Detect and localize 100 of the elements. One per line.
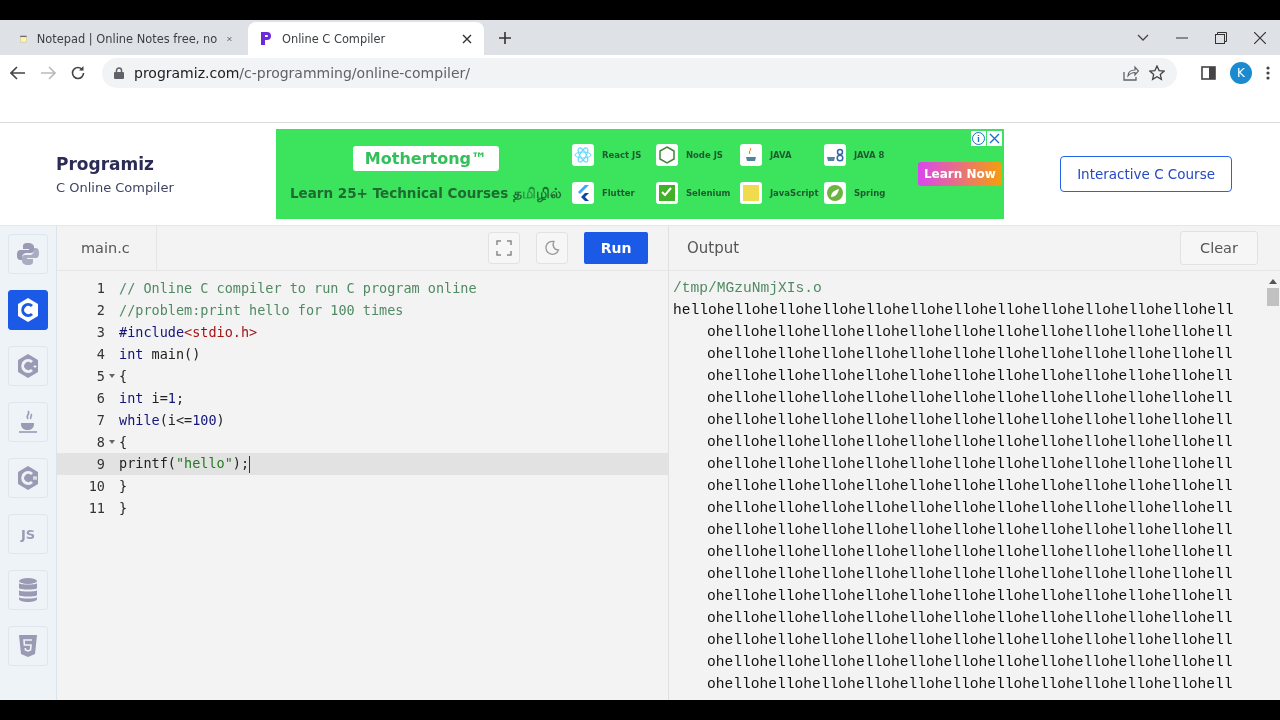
line-number: 3 xyxy=(96,324,105,340)
line-number: 9 xyxy=(96,456,105,472)
line-number: 8 xyxy=(96,434,105,450)
output-line: ohellohellohellohellohellohellohellohellohellohellohellohell xyxy=(706,477,1234,496)
code-line: } xyxy=(119,500,128,516)
code-line: int i=1; xyxy=(119,390,185,406)
profile-avatar[interactable]: K xyxy=(1230,61,1252,84)
browser-tab[interactable]: Online C Compiler xyxy=(248,22,484,55)
scroll-up-icon[interactable] xyxy=(1269,279,1277,284)
shield-icon xyxy=(18,634,38,658)
output-line: ohellohellohellohellohellohellohellohellohellohellohellohell xyxy=(706,565,1234,584)
scrollbar-thumb[interactable] xyxy=(1267,288,1279,306)
code-line: //problem:print hello for 100 times xyxy=(119,302,404,318)
course-name: Node JS xyxy=(685,150,723,160)
page-subtitle: C Online Compiler xyxy=(56,179,175,195)
course-name: JAVA xyxy=(769,150,792,160)
output-line: ohellohellohellohellohellohellohellohellohellohellohellohell xyxy=(706,521,1234,540)
line-number: 2 xyxy=(96,302,105,318)
fullscreen-icon xyxy=(496,240,512,256)
line-number: 6 xyxy=(96,390,105,406)
output-line: /tmp/MGzuNmjXIs.o xyxy=(673,279,823,298)
database-icon xyxy=(18,577,38,603)
line-number: 10 xyxy=(88,478,105,494)
output-line: ohellohellohellohellohellohellohellohellohellohellohellohell xyxy=(706,587,1234,606)
file-name: main.c xyxy=(81,240,130,256)
browser-tab[interactable]: Notepad | Online Notes free, no xyxy=(8,22,244,55)
clear-button[interactable]: Clear xyxy=(1180,231,1258,265)
logo-icon xyxy=(260,31,272,46)
lock-icon xyxy=(114,66,124,79)
code-line: int main() xyxy=(119,346,201,362)
square-icon xyxy=(739,182,762,204)
ad-tagline: Learn 25+ Technical Courses தமிழில் xyxy=(290,184,562,203)
coffee-cup-icon xyxy=(823,144,846,166)
output-line: ohellohellohellohellohellohellohellohellohellohellohellohell xyxy=(706,367,1234,386)
line-number: 1 xyxy=(96,280,105,296)
site-logo[interactable]: Programiz xyxy=(56,153,276,174)
code-line: // Online C compiler to run C program online xyxy=(119,280,477,296)
output-line: ohellohellohellohellohellohellohellohellohellohellohellohell xyxy=(706,389,1234,408)
c-plus-plus-icon xyxy=(16,353,40,379)
output-line: ohellohellohellohellohellohellohellohellohellohellohellohell xyxy=(706,609,1234,628)
course-name: React JS xyxy=(601,150,642,160)
leaf-icon xyxy=(823,182,846,204)
output-line: ohellohellohellohellohellohellohellohellohellohellohellohell xyxy=(706,631,1234,650)
back-icon[interactable] xyxy=(10,64,26,81)
code-line: } xyxy=(119,478,128,494)
line-number: 7 xyxy=(96,412,105,428)
reload-icon[interactable] xyxy=(70,64,86,81)
output-line: ohellohellohellohellohellohellohellohellohellohellohellohell xyxy=(706,433,1234,452)
code-line: { xyxy=(119,368,128,384)
code-line: #include<stdio.h> xyxy=(119,324,258,340)
output-title: Output xyxy=(687,239,740,257)
side-panel-icon[interactable] xyxy=(1201,65,1216,80)
code-line: { xyxy=(119,434,128,450)
tab-title: Notepad | Online Notes free, no xyxy=(36,31,218,46)
run-button[interactable]: Run xyxy=(584,232,648,264)
checkmark-icon xyxy=(655,182,678,204)
output-line: ohellohellohellohellohellohellohellohellohellohellohellohell xyxy=(706,411,1234,430)
output-line: hellohellohellohellohellohellohellohellohellohellohellohellohell xyxy=(673,301,1235,320)
close-icon[interactable] xyxy=(1254,31,1266,44)
output-line: ohellohellohellohellohellohellohellohellohellohellohellohell xyxy=(706,455,1234,474)
chevron-down-icon[interactable] xyxy=(1137,33,1149,42)
output-line: ohellohellohellohellohellohellohellohellohellohellohellohell xyxy=(706,499,1234,518)
ad-banner[interactable]: Mothertong™ Learn 25+ Technical Courses தமிழில் React JS Node JS JAVA JAVA 8 Flutter Selenium JavaScript Spring Learn Now xyxy=(276,129,1004,219)
url-text: programiz.com/c-programming/online-compiler/ xyxy=(134,64,471,81)
course-name: Spring xyxy=(853,188,886,198)
atom-icon xyxy=(571,144,594,166)
python-icon xyxy=(16,242,40,266)
output-line: ohellohellohellohellohellohellohellohellohellohellohellohell xyxy=(706,323,1234,342)
language-button[interactable] xyxy=(8,290,48,330)
course-name: Flutter xyxy=(601,188,635,198)
course-button[interactable]: Interactive C Course xyxy=(1060,156,1232,192)
fold-arrow-icon[interactable] xyxy=(109,440,115,444)
code-line: printf("hello"); xyxy=(119,455,251,473)
address-bar[interactable]: programiz.com/c-programming/online-compiler/ xyxy=(102,57,1177,88)
line-number: 4 xyxy=(96,346,105,362)
code-line: while(i<=100) xyxy=(119,412,225,428)
menu-icon[interactable] xyxy=(1266,65,1270,80)
minimize-icon[interactable] xyxy=(1176,36,1188,39)
close-icon[interactable] xyxy=(462,33,472,44)
star-icon[interactable] xyxy=(1149,64,1165,81)
tab-title: Online C Compiler xyxy=(282,31,387,46)
output-line: ohellohellohellohellohellohellohellohellohellohellohellohell xyxy=(706,345,1234,364)
moon-icon xyxy=(544,240,560,256)
output-line: ohellohellohellohellohellohellohellohellohellohellohellohell xyxy=(706,675,1234,694)
output-line: ohellohellohellohellohellohellohellohellohellohellohellohell xyxy=(706,543,1234,562)
course-name: JAVA 8 xyxy=(853,150,885,160)
flutter-icon xyxy=(571,182,594,204)
share-icon[interactable] xyxy=(1123,64,1139,81)
course-name: Selenium xyxy=(685,188,731,198)
info-icon[interactable] xyxy=(971,131,986,146)
restore-icon[interactable] xyxy=(1215,31,1227,44)
output-line: ohellohellohellohellohellohellohellohellohellohellohellohell xyxy=(706,653,1234,672)
coffee-cup-icon xyxy=(17,409,39,435)
fold-arrow-icon[interactable] xyxy=(109,374,115,378)
line-number: 11 xyxy=(88,500,105,516)
course-name: JavaScript xyxy=(769,188,819,198)
c-language-icon xyxy=(16,297,40,323)
c-sharp-icon xyxy=(16,465,40,491)
new-tab-icon[interactable] xyxy=(498,30,512,45)
ad-brand: Mothertong™ xyxy=(352,145,500,171)
